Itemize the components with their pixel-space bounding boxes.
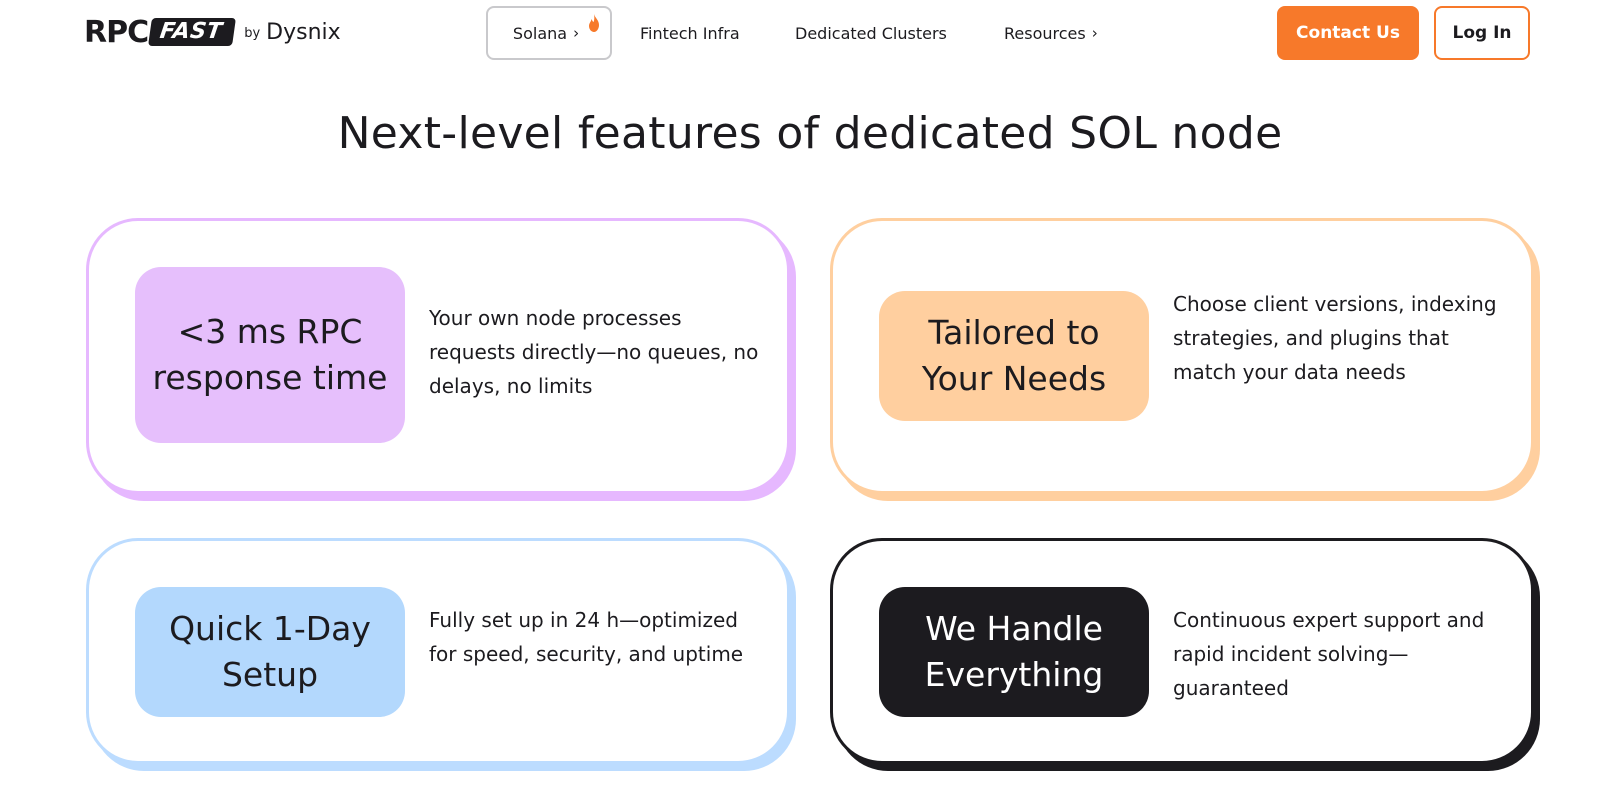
nav-item-label: Resources [1004, 23, 1086, 43]
contact-us-button[interactable]: Contact Us [1277, 6, 1419, 60]
feature-card-we-handle-everything: We Handle Everything Continuous expert s… [830, 538, 1534, 764]
nav-item-solana[interactable]: Solana › [486, 6, 612, 60]
chevron-right-icon: › [573, 24, 580, 42]
feature-description: Continuous expert support and rapid inci… [1173, 608, 1485, 700]
nav-item-dedicated-clusters[interactable]: Dedicated Clusters [795, 6, 947, 60]
feature-title-badge: We Handle Everything [879, 587, 1149, 717]
page-title: Next-level features of dedicated SOL nod… [337, 108, 1283, 159]
feature-description: Choose client versions, indexing strateg… [1173, 292, 1497, 384]
feature-description: Fully set up in 24 h—optimized for speed… [429, 608, 744, 666]
feature-description: Your own node processes requests directl… [429, 306, 759, 398]
nav-item-label: Solana [512, 23, 568, 43]
feature-card-response-time: <3 ms RPC response time Your own node pr… [86, 218, 790, 494]
nav-item-label: Fintech Infra [640, 23, 740, 43]
feature-card-tailored: Tailored to Your Needs Choose client ver… [830, 218, 1534, 494]
nav-item-label: Dedicated Clusters [795, 23, 947, 43]
log-in-button[interactable]: Log In [1434, 6, 1530, 60]
feature-title-badge: Tailored to Your Needs [879, 291, 1149, 421]
chevron-right-icon: › [1091, 24, 1098, 42]
feature-title-badge: <3 ms RPC response time [135, 267, 405, 443]
nav-item-fintech-infra[interactable]: Fintech Infra [640, 6, 740, 60]
nav-item-resources[interactable]: Resources › [1004, 6, 1098, 60]
feature-title-badge: Quick 1-Day Setup [135, 587, 405, 717]
flame-icon [589, 14, 599, 32]
feature-card-quick-setup: Quick 1-Day Setup Fully set up in 24 h—o… [86, 538, 790, 764]
